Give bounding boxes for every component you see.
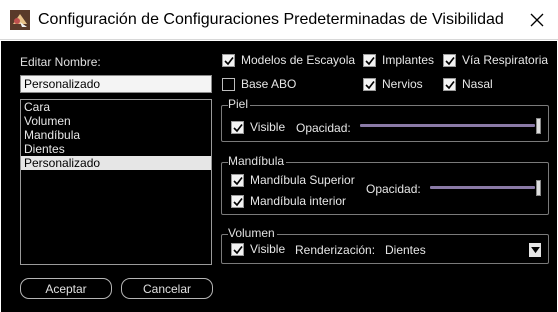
checkmark-icon [365,80,375,89]
slider-track [430,186,535,189]
edit-name-label: Editar Nombre: [20,55,101,69]
nerves-label: Nervios [382,77,423,91]
name-input[interactable]: Personalizado [20,75,212,93]
app-logo-icon [10,10,30,30]
checkmark-icon [233,197,243,206]
rendering-select[interactable]: Dientes [383,242,541,258]
slider-track [360,124,535,127]
nerves-checkbox[interactable]: Nervios [363,77,423,91]
preset-list-item-dientes[interactable]: Dientes [21,142,211,156]
abo-base-label: Base ABO [241,77,297,91]
jaw-opacity-slider[interactable] [430,180,541,196]
checkmark-icon [445,80,455,89]
checkbox-box [222,53,235,67]
preset-list-item-personalizado[interactable]: Personalizado [21,156,211,170]
checkmark-icon [233,176,243,185]
close-button[interactable] [516,0,558,40]
nasal-checkbox[interactable]: Nasal [443,77,493,91]
airway-checkbox[interactable]: Vía Respiratoria [443,53,548,67]
implants-label: Implantes [382,53,435,67]
close-icon [530,13,544,27]
window-title: Configuración de Configuraciones Predete… [38,11,504,28]
lower-jaw-label: Mandíbula interior [250,194,347,208]
checkbox-box [231,120,244,134]
visibility-presets-dialog: Editar Nombre: Personalizado Cara Volume… [1,41,557,312]
rendering-selected-value: Dientes [385,243,426,257]
volume-visible-label: Visible [250,242,286,256]
slider-thumb[interactable] [536,180,541,196]
checkmark-icon [233,245,243,254]
skin-opacity-slider[interactable] [360,118,541,134]
preset-list-item-cara[interactable]: Cara [21,100,211,114]
jaw-group-title: Mandíbula [228,154,287,168]
dropdown-arrow-icon[interactable] [529,243,541,257]
checkbox-box [231,194,244,208]
checkmark-icon [445,56,455,65]
upper-jaw-checkbox[interactable]: Mandíbula Superior [231,173,355,187]
checkbox-box [443,77,456,91]
skin-visible-label: Visible [250,120,286,134]
preset-list[interactable]: Cara Volumen Mandíbula Dientes Personali… [20,99,212,265]
cancel-button[interactable]: Cancelar [121,278,213,299]
checkmark-icon [365,56,375,65]
skin-visible-checkbox[interactable]: Visible [231,120,285,134]
checkbox-box [443,53,456,67]
checkbox-box [222,77,235,91]
rendering-label: Renderización: [295,243,376,257]
lower-jaw-checkbox[interactable]: Mandíbula interior [231,194,346,208]
skin-group-title: Piel [228,97,251,111]
preset-list-item-mandibula[interactable]: Mandíbula [21,128,211,142]
jaw-opacity-label: Opacidad: [366,182,421,196]
checkmark-icon [224,56,234,65]
checkbox-box [363,53,376,67]
title-bar: Configuración de Configuraciones Predete… [0,0,558,40]
slider-thumb[interactable] [536,118,541,134]
preset-list-item-volumen[interactable]: Volumen [21,114,211,128]
implants-checkbox[interactable]: Implantes [363,53,434,67]
volume-group-title: Volumen [228,226,277,240]
checkmark-icon [233,123,243,132]
plaster-models-checkbox[interactable]: Modelos de Escayola [222,53,355,67]
volume-visible-checkbox[interactable]: Visible [231,242,285,256]
airway-label: Vía Respiratoria [462,53,549,67]
checkbox-box [231,173,244,187]
checkbox-box [231,242,244,256]
upper-jaw-label: Mandíbula Superior [250,173,355,187]
nasal-label: Nasal [462,77,493,91]
plaster-models-label: Modelos de Escayola [241,53,356,67]
abo-base-checkbox[interactable]: Base ABO [222,77,296,91]
skin-opacity-label: Opacidad: [296,121,351,135]
checkbox-box [363,77,376,91]
accept-button[interactable]: Aceptar [20,278,112,299]
